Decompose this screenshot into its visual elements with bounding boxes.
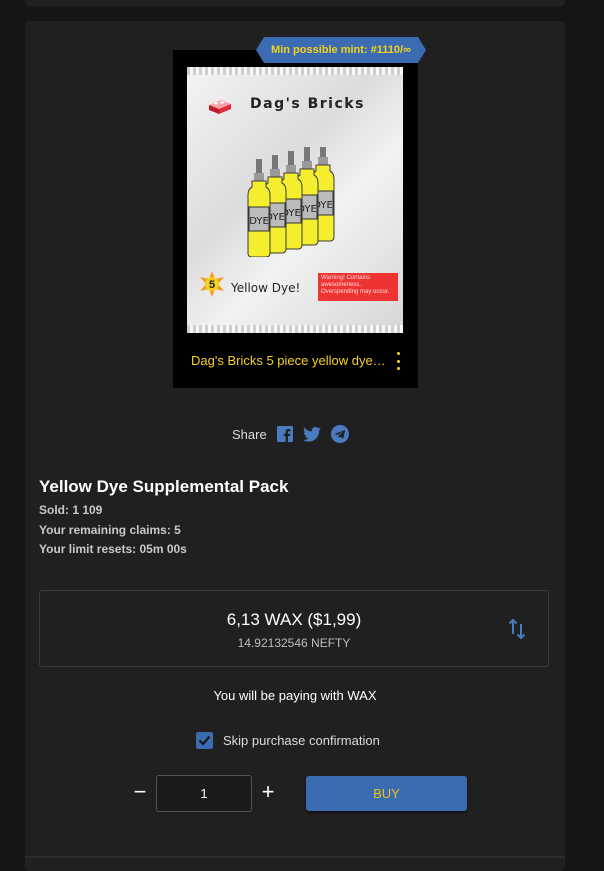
mint-badge: Min possible mint: #1110/∞ <box>256 37 426 63</box>
buy-button[interactable]: BUY <box>306 776 467 811</box>
price-wax: 6,13 WAX ($1,99) <box>226 610 362 629</box>
bottle-label: DYE <box>249 216 269 227</box>
increase-quantity-button[interactable]: + <box>258 780 278 804</box>
share-row: Share <box>232 424 349 444</box>
swap-currency-icon[interactable] <box>508 618 526 640</box>
pack-image[interactable]: Dag's Bricks DYE DYE DYE DYE DYE 5 Yello… <box>187 67 403 333</box>
quantity-input[interactable] <box>156 775 252 812</box>
limit-resets: Your limit resets: 05m 00s <box>39 542 187 556</box>
share-label: Share <box>232 426 267 442</box>
product-title: Yellow Dye Supplemental Pack <box>39 477 289 496</box>
skip-confirmation-checkbox[interactable] <box>196 732 213 749</box>
more-options-icon[interactable] <box>393 352 403 370</box>
decrease-quantity-button[interactable]: − <box>130 780 150 804</box>
telegram-icon[interactable] <box>330 425 349 443</box>
remaining-claims: Your remaining claims: 5 <box>39 523 181 537</box>
brick-logo-icon <box>209 100 231 114</box>
sold-count: Sold: 1 109 <box>39 503 103 517</box>
dye-bottle: DYE <box>247 159 271 257</box>
pack-crimp-bottom <box>187 325 403 333</box>
twitter-icon[interactable] <box>302 426 321 442</box>
skip-confirmation-label: Skip purchase confirmation <box>223 733 380 748</box>
nft-name[interactable]: Dag's Bricks 5 piece yellow dye pack <box>191 353 386 368</box>
pack-label: Yellow Dye! <box>231 281 301 295</box>
yellow-dye-bottles-icon: DYE DYE DYE DYE DYE <box>247 147 335 257</box>
pack-warning: Warning! Contains awesomeness. Overspend… <box>318 273 398 301</box>
previous-card <box>25 0 565 6</box>
count-starburst-icon: 5 <box>200 271 224 297</box>
skip-confirmation-row[interactable]: Skip purchase confirmation <box>196 732 380 749</box>
pack-crimp-top <box>187 67 403 75</box>
check-icon <box>198 735 211 746</box>
price-box: 6,13 WAX ($1,99) 14.92132546 NEFTY <box>39 590 549 667</box>
pack-brand: Dag's Bricks <box>250 96 365 112</box>
price-nefty: 14.92132546 NEFTY <box>237 636 351 650</box>
pack-count: 5 <box>209 279 215 291</box>
paying-with-text: You will be paying with WAX <box>213 688 377 703</box>
facebook-icon[interactable] <box>276 426 293 442</box>
